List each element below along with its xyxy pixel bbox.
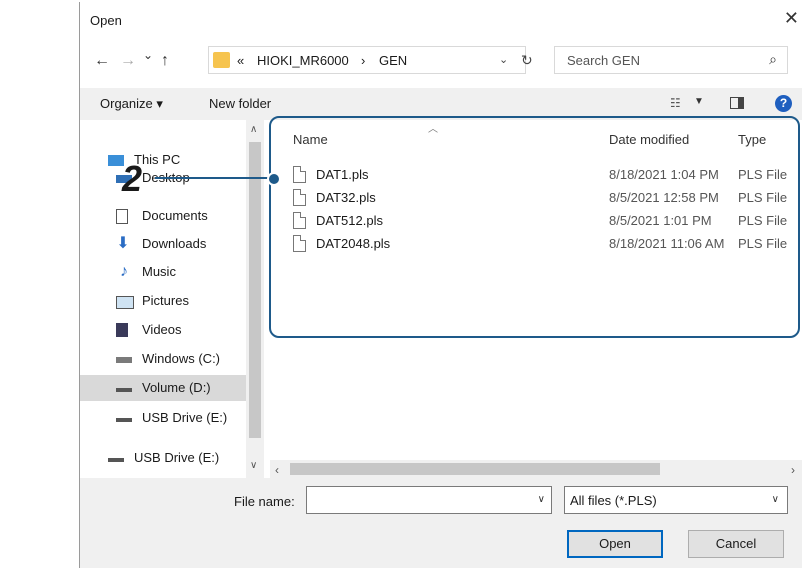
help-icon[interactable]: ? <box>775 95 792 112</box>
dialog-title: Open <box>90 13 122 28</box>
filter-value: All files (*.PLS) <box>570 493 657 508</box>
callout-dot <box>267 172 281 186</box>
dialog-footer: File name: ∨ All files (*.PLS) ∨ Open Ca… <box>80 478 802 568</box>
chevron-down-icon: ∨ <box>771 494 779 505</box>
sidebar-item-desktop[interactable]: Desktop <box>80 173 246 189</box>
sidebar-item-label: Volume (D:) <box>142 380 211 395</box>
sidebar-scrollbar[interactable]: ∧ ∨ <box>246 120 264 478</box>
forward-arrow-icon[interactable]: → <box>120 52 136 70</box>
scroll-right-icon[interactable]: › <box>791 463 795 477</box>
sidebar-item-label: USB Drive (E:) <box>142 410 228 425</box>
filename-label: File name: <box>234 494 295 509</box>
sidebar-item-usb-drive-e-root[interactable]: USB Drive (E:) <box>80 445 246 471</box>
folder-icon <box>213 52 230 68</box>
usb-drive-icon <box>116 418 132 422</box>
scroll-left-icon[interactable]: ‹ <box>275 463 279 477</box>
usb-drive-icon <box>108 458 124 462</box>
sidebar-item-label: Pictures <box>142 293 189 308</box>
search-placeholder: Search GEN <box>567 53 640 68</box>
sidebar-item-label: Music <box>142 264 176 279</box>
recent-locations-icon[interactable]: ⌄ <box>143 48 153 62</box>
sidebar-item-label: USB Drive (E:) <box>134 450 220 465</box>
videos-icon <box>116 323 128 337</box>
sidebar-item-music[interactable]: ♪ Music <box>80 259 246 285</box>
refresh-icon[interactable]: ↻ <box>521 52 533 69</box>
file-list-highlight <box>269 116 800 338</box>
sidebar-item-label: Windows (C:) <box>142 351 221 366</box>
sidebar-item-label: Videos <box>142 322 182 337</box>
documents-icon <box>116 209 128 224</box>
callout-line <box>155 177 271 179</box>
scroll-up-icon[interactable]: ∧ <box>250 124 257 135</box>
address-bar[interactable]: « HIOKI_MR6000 › GEN ⌄ ↻ <box>208 46 533 74</box>
cancel-button[interactable]: Cancel <box>688 530 784 558</box>
breadcrumb-hioki[interactable]: HIOKI_MR6000 <box>257 53 349 68</box>
sidebar-item-pictures[interactable]: Pictures <box>80 288 246 314</box>
back-arrow-icon[interactable]: ← <box>94 52 110 70</box>
file-type-filter[interactable]: All files (*.PLS) ∨ <box>564 486 788 514</box>
sidebar-item-label: Downloads <box>142 236 207 251</box>
breadcrumb-overflow[interactable]: « <box>237 53 244 68</box>
breadcrumb-separator: › <box>361 53 366 68</box>
sidebar-item-windows-c[interactable]: Windows (C:) <box>80 346 246 372</box>
close-icon[interactable]: ✕ <box>784 8 799 29</box>
up-arrow-icon[interactable]: ↑ <box>161 52 169 70</box>
title-bar: Open ✕ <box>80 2 802 38</box>
preview-pane-icon[interactable] <box>730 97 744 109</box>
search-input[interactable]: Search GEN ⌕ <box>554 46 788 74</box>
drive-icon <box>116 388 132 392</box>
sidebar-item-label: Documents <box>142 208 208 223</box>
filename-input[interactable]: ∨ <box>306 486 552 514</box>
chevron-down-icon[interactable]: ∨ <box>538 494 545 505</box>
file-list-scrollbar[interactable]: ‹ › <box>270 460 802 478</box>
scroll-thumb[interactable] <box>249 142 261 438</box>
view-dropdown-icon[interactable]: ▼ <box>694 96 704 107</box>
sidebar-item-this-pc[interactable]: This PC <box>80 147 246 173</box>
new-folder-button[interactable]: New folder <box>209 96 271 111</box>
scroll-down-icon[interactable]: ∨ <box>250 460 257 471</box>
view-options-icon[interactable]: ☷ <box>670 96 681 110</box>
address-dropdown-icon[interactable]: ⌄ <box>499 53 508 66</box>
sidebar-item-documents[interactable]: Documents <box>80 203 246 229</box>
downloads-icon: ⬇ <box>116 235 130 252</box>
address-row: ← → ⌄ ↑ « HIOKI_MR6000 › GEN ⌄ ↻ Search … <box>80 46 802 76</box>
open-button[interactable]: Open <box>567 530 663 558</box>
music-icon: ♪ <box>120 263 128 280</box>
pictures-icon <box>116 296 134 309</box>
sidebar-item-usb-drive-e[interactable]: USB Drive (E:) <box>80 405 246 431</box>
scroll-thumb[interactable] <box>290 463 660 475</box>
navigation-pane: This PC Desktop Documents ⬇ Downloads ♪ … <box>80 120 264 478</box>
organize-button[interactable]: Organize ▾ <box>100 96 163 112</box>
callout-number: 2 <box>122 158 143 199</box>
sidebar-item-videos[interactable]: Videos <box>80 317 246 343</box>
breadcrumb-gen[interactable]: GEN <box>379 53 407 68</box>
sidebar-item-volume-d[interactable]: Volume (D:) <box>80 375 246 401</box>
sidebar-item-label: Desktop <box>142 173 190 185</box>
drive-c-icon <box>116 357 132 363</box>
search-icon: ⌕ <box>769 51 777 67</box>
sidebar-item-downloads[interactable]: ⬇ Downloads <box>80 231 246 257</box>
